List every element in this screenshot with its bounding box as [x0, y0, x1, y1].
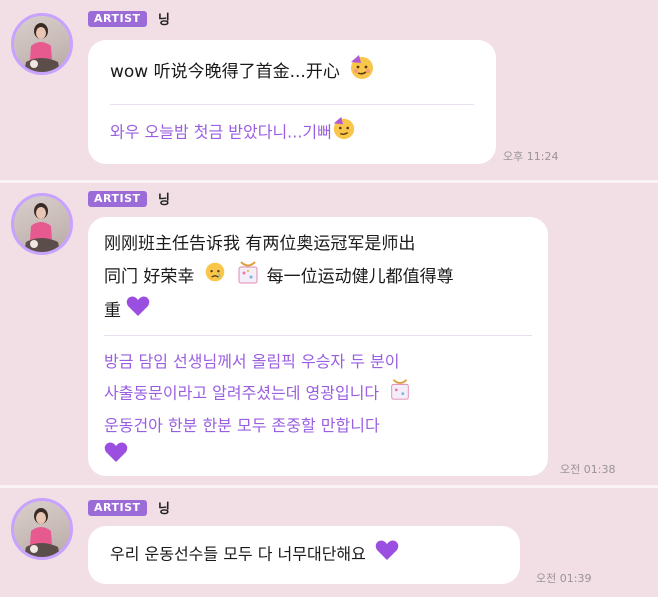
translation-divider [104, 335, 532, 336]
sparkle-ribbon-icon [388, 377, 412, 411]
translation-text: 와우 오늘밤 첫금 받았다니...기뻐 [110, 116, 356, 150]
artist-badge: ARTIST [88, 500, 147, 516]
crying-face-icon [204, 261, 226, 293]
purple-heart-icon [126, 295, 150, 327]
message-text: 우리 운동선수들 모두 다 너무대단해요 [110, 539, 399, 571]
avatar[interactable] [11, 498, 73, 560]
partying-face-icon [332, 116, 356, 150]
sender-name: 닝 [158, 193, 170, 208]
avatar[interactable] [11, 13, 73, 75]
message-time: 오전 01:38 [560, 463, 616, 476]
message-bubble[interactable]: 우리 운동선수들 모두 다 너무대단해요 [88, 526, 520, 584]
purple-heart-icon [104, 441, 128, 473]
partying-face-icon [349, 54, 375, 90]
sender-name: 닝 [158, 502, 170, 517]
message-panel-2: ARTIST 닝 刚刚班主任告诉我 有两位奥运冠军是师出 同门 好荣幸 每一位运… [0, 183, 658, 485]
message-bubble[interactable]: 刚刚班主任告诉我 有两位奥运冠军是师出 同门 好荣幸 每一位运动健儿都值得尊 重 [88, 217, 548, 476]
artist-photo [24, 508, 60, 557]
artist-badge: ARTIST [88, 191, 147, 207]
original-text: 刚刚班主任告诉我 有两位奥运冠军是师出 同门 好荣幸 每一位运动健儿都值得尊 重 [104, 229, 534, 327]
artist-badge: ARTIST [88, 11, 147, 27]
translation-divider [110, 104, 474, 105]
translation-text: 방금 담임 선생님께서 올림픽 우승자 두 분이 사출동문이라고 알려주셨는데 … [104, 347, 534, 473]
message-panel-1: ARTIST 닝 wow 听说今晚得了首金...开心 와우 오늘밤 첫금 받았다… [0, 0, 658, 180]
message-bubble[interactable]: wow 听说今晚得了首金...开心 와우 오늘밤 첫금 받았다니...기뻐 [88, 40, 496, 164]
artist-photo [24, 203, 60, 252]
artist-photo [24, 23, 60, 72]
avatar[interactable] [11, 193, 73, 255]
sender-name: 닝 [158, 13, 170, 28]
original-text: wow 听说今晚得了首金...开心 [110, 54, 375, 90]
message-time: 오후 11:24 [503, 150, 559, 163]
message-panel-3: ARTIST 닝 우리 운동선수들 모두 다 너무대단해요 오전 01:39 [0, 488, 658, 597]
purple-heart-icon [375, 539, 399, 571]
message-time: 오전 01:39 [536, 572, 592, 585]
sparkle-ribbon-icon [235, 259, 261, 295]
